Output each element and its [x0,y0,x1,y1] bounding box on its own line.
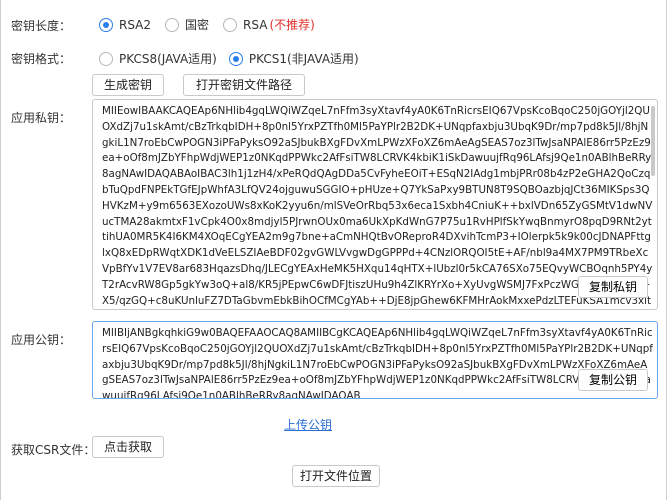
radio-pkcs8-indicator[interactable] [99,51,113,66]
get-csr-button[interactable]: 点击获取 [92,436,164,458]
radio-pkcs8-label: PKCS8(JAVA适用) [119,52,217,66]
radio-rsa[interactable]: RSA (不推荐) [223,16,315,33]
radio-rsa-label: RSA [243,17,268,32]
radio-rsa2[interactable]: RSA2 [99,17,152,32]
radio-rsa-indicator[interactable] [223,17,238,32]
radio-pkcs1[interactable]: PKCS1(非JAVA适用) [228,50,359,67]
key-format-label: 密钥格式： [11,52,72,66]
radio-rsa2-label: RSA2 [119,17,152,32]
public-key-label: 应用公钥： [11,333,72,347]
open-file-location-button[interactable]: 打开文件位置 [292,465,380,487]
radio-rsa2-indicator[interactable] [99,17,113,32]
radio-pkcs1-indicator[interactable] [228,51,243,66]
key-format-options: PKCS8(JAVA适用) PKCS1(非JAVA适用) [99,50,373,67]
private-key-scrollbar[interactable] [651,106,655,176]
csr-file-label: 获取CSR文件： [11,443,96,457]
upload-public-key-link[interactable]: 上传公钥 [284,416,332,433]
rsa-not-recommended-warning: (不推荐) [269,18,315,32]
radio-sm-label: 国密 [185,18,210,32]
key-length-label: 密钥长度： [11,19,72,33]
radio-pkcs8[interactable]: PKCS8(JAVA适用) [99,50,217,67]
public-key-textarea[interactable]: MIIBIjANBgkqhkiG9w0BAQEFAAOCAQ8AMIIBCgKC… [92,321,658,399]
radio-sm[interactable]: 国密 [165,16,209,33]
key-length-options: RSA2 国密 RSA (不推荐) [99,16,329,33]
open-key-path-button[interactable]: 打开密钥文件路径 [183,74,305,96]
radio-sm-indicator[interactable] [165,17,180,32]
copy-public-key-button[interactable]: 复制公钥 [578,369,649,391]
radio-pkcs1-label: PKCS1(非JAVA适用) [248,52,359,66]
copy-private-key-button[interactable]: 复制私钥 [578,276,649,298]
key-generator-panel: 密钥长度： RSA2 国密 RSA (不推荐) 密钥格式： PKCS8(JAVA… [0,0,667,500]
private-key-text: MIIEowIBAAKCAQEAp6NHlib4gqLWQiWZqeL7nFfm… [102,105,653,307]
private-key-label: 应用私钥： [11,111,72,125]
generate-key-button[interactable]: 生成密钥 [92,74,164,96]
public-key-text: MIIBIjANBgkqhkiG9w0BAQEFAAOCAQ8AMIIBCgKC… [102,327,653,399]
private-key-textarea[interactable]: MIIEowIBAAKCAQEAp6NHlib4gqLWQiWZqeL7nFfm… [92,99,658,310]
